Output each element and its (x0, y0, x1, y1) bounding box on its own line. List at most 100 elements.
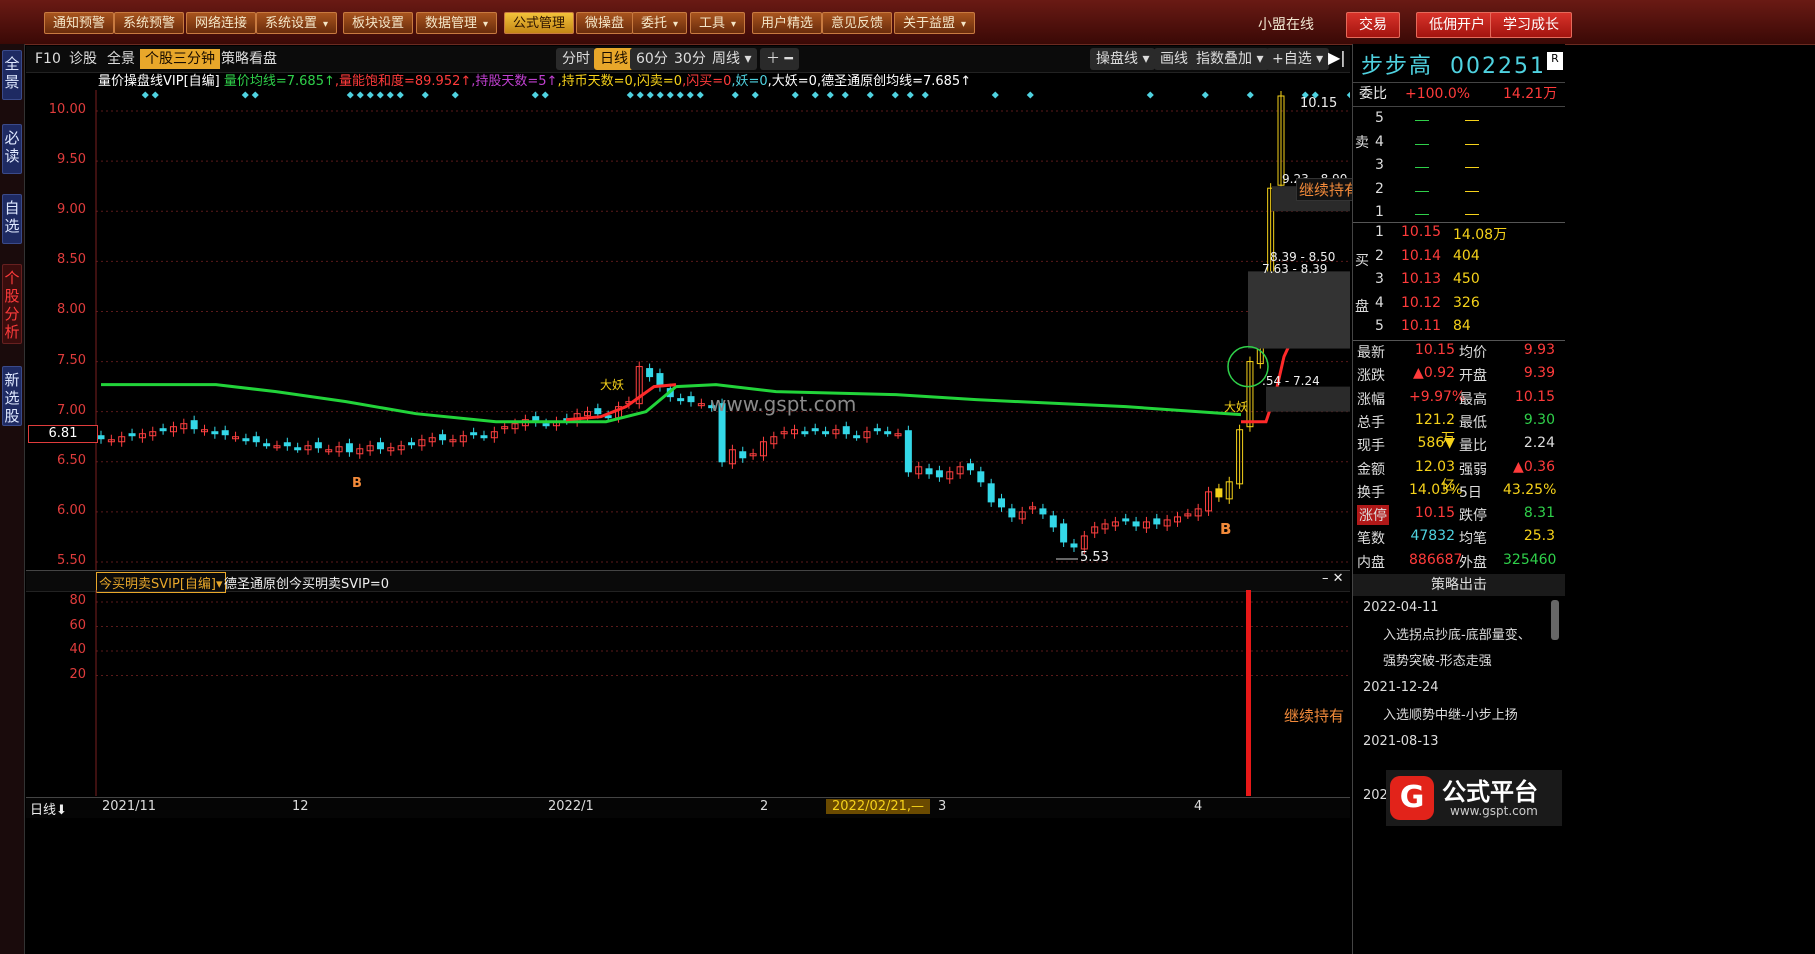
quote-label: 最低 (1459, 414, 1487, 431)
draw-line-button[interactable]: 画线 (1154, 48, 1194, 70)
quote-label: 外盘 (1459, 554, 1487, 571)
period-selector[interactable]: 日线⬇ (30, 799, 67, 818)
signal-diamond (396, 91, 404, 99)
quote-value: 8.31 (1523, 505, 1555, 522)
dayao-label-2: 大妖 (1224, 400, 1249, 414)
collapse-right-icon[interactable]: ▶| (1328, 48, 1346, 67)
sub-panel-close-icon[interactable]: – ✕ (1322, 571, 1344, 586)
menu-6[interactable]: 公式管理 (504, 12, 575, 34)
candle-body (1215, 488, 1223, 498)
learn-grow-button[interactable]: 学习成长 (1490, 12, 1572, 38)
tab-f10[interactable]: F10 (30, 49, 66, 69)
menu-4[interactable]: 板块设置 (343, 12, 414, 34)
tab-strategy-view[interactable]: 策略看盘 (216, 49, 282, 69)
stock-title: 步步高 002251 (1361, 48, 1546, 80)
signal-diamond (636, 91, 644, 99)
open-account-button[interactable]: 低佣开户 (1416, 12, 1498, 38)
strategy-scrollbar[interactable] (1551, 600, 1559, 640)
brand-name: 公式平台 (1442, 778, 1538, 806)
indicator-item: ,持股天数=5↑ (471, 74, 558, 89)
strategy-title: 策略出击 (1353, 574, 1565, 596)
x-axis-label: 12 (292, 799, 309, 814)
menu-2[interactable]: 网络连接 (186, 12, 257, 34)
signal-diamond (1146, 91, 1154, 99)
menu-5[interactable]: 数据管理 ▾ (416, 12, 498, 34)
trade-button[interactable]: 交易 (1346, 12, 1400, 38)
signal-diamond (626, 91, 634, 99)
quote-value: 10.15 (1514, 388, 1555, 405)
buy-level-num: 5 (1375, 318, 1384, 334)
period-daily[interactable]: 日线 (594, 48, 634, 70)
sub-panel-header: 今买明卖SVIP[自编]▾ 德圣通原创今买明卖SVIP=0 – ✕ (26, 570, 1350, 593)
left-tab-1[interactable]: 必读 (2, 124, 22, 174)
quote-label: 现手 (1357, 438, 1385, 455)
strategy-entry[interactable]: 入选拐点抄底-底部量变、 (1383, 624, 1531, 643)
sell-price-empty (1415, 120, 1429, 121)
tab-panorama[interactable]: 全景 (102, 49, 140, 69)
menu-10[interactable]: 用户精选 (752, 12, 823, 34)
indicator-item[interactable]: 量价操盘线VIP[自编] (98, 74, 220, 89)
strategy-entry[interactable]: 入选顺势中继-小步上扬 (1383, 704, 1518, 723)
menu-11[interactable]: 意见反馈 (822, 12, 893, 34)
candle-body (263, 443, 271, 447)
menu-12[interactable]: 关于益盟 ▾ (894, 12, 976, 34)
sell-vol-empty (1465, 143, 1479, 145)
candle-body (811, 428, 819, 432)
period-weekly[interactable]: 周线 ▾ (706, 48, 758, 70)
zoom-controls[interactable]: ＋ ━ (760, 48, 799, 70)
quote-label: 换手 (1357, 484, 1385, 501)
signal-diamond (366, 91, 374, 99)
sell-price-empty (1415, 143, 1429, 145)
index-overlay-dropdown[interactable]: 指数叠加 ▾ (1190, 48, 1270, 70)
candle-body (1049, 515, 1057, 528)
strategy-entry[interactable]: 强势突破-形态走强 (1383, 650, 1492, 669)
period-intraday[interactable]: 分时 (556, 48, 596, 70)
tab-three-minutes[interactable]: 个股三分钟 (140, 49, 220, 69)
strategy-date: 2022-04-11 (1363, 600, 1439, 615)
quote-label: 5日 (1459, 484, 1482, 501)
buy-level-price: 10.13 (1401, 271, 1442, 287)
buy-level-vol: 84 (1453, 318, 1471, 334)
candle-body (1070, 543, 1078, 548)
tab-diagnose[interactable]: 诊股 (64, 49, 102, 69)
menu-0[interactable]: 通知预警 (44, 12, 115, 34)
left-tab-2[interactable]: 自选 (2, 194, 22, 244)
candle-body (966, 463, 974, 471)
price-chart[interactable] (26, 90, 1350, 570)
menu-1[interactable]: 系统预警 (114, 12, 185, 34)
signal-diamond (676, 91, 684, 99)
menu-8[interactable]: 委托 ▾ (632, 12, 688, 34)
y-tick-label: 7.00 (57, 402, 86, 418)
chevron-down-icon: ▾ (323, 19, 329, 30)
signal-diamond (1201, 91, 1209, 99)
indicator-item: ,闪买=0 (682, 74, 732, 89)
signal-diamond (346, 91, 354, 99)
menu-9[interactable]: 工具 ▾ (690, 12, 746, 34)
online-status: 小盟在线 (1258, 17, 1314, 33)
signal-diamond (921, 91, 929, 99)
buy-level-vol: 14.08万 (1453, 227, 1508, 243)
signal-diamond (376, 91, 384, 99)
left-tab-3[interactable]: 个股分析 (2, 264, 22, 344)
chevron-down-icon: ▾ (731, 19, 737, 30)
sub-indicator-chart[interactable] (26, 590, 1350, 796)
left-tab-0[interactable]: 全景 (2, 50, 22, 100)
quote-label: 总手 (1357, 414, 1385, 431)
sell-vol-empty (1465, 120, 1479, 121)
signal-diamond (541, 91, 549, 99)
quote-label: 最新 (1357, 345, 1385, 361)
add-favorite-dropdown[interactable]: +自选 ▾ (1266, 48, 1330, 70)
candle-body (646, 368, 654, 378)
indicator-item: ,量能饱和度=89.952↑ (334, 74, 472, 89)
left-tab-4[interactable]: 新选股 (2, 366, 22, 426)
brand-watermark: G 公式平台 www.gspt.com (1386, 770, 1562, 826)
candle-body (925, 468, 933, 475)
y-tick-label: 7.50 (57, 352, 86, 368)
ma-line-dropdown[interactable]: 操盘线 ▾ (1090, 48, 1156, 70)
menu-3[interactable]: 系统设置 ▾ (256, 12, 338, 34)
menu-7[interactable]: 微操盘 (576, 12, 634, 34)
menu-label: 意见反馈 (831, 16, 884, 31)
indicator-item: ,持币天数=0 (557, 74, 633, 89)
period-selector-label: 日线 (30, 803, 57, 818)
signal-diamond (841, 91, 849, 99)
